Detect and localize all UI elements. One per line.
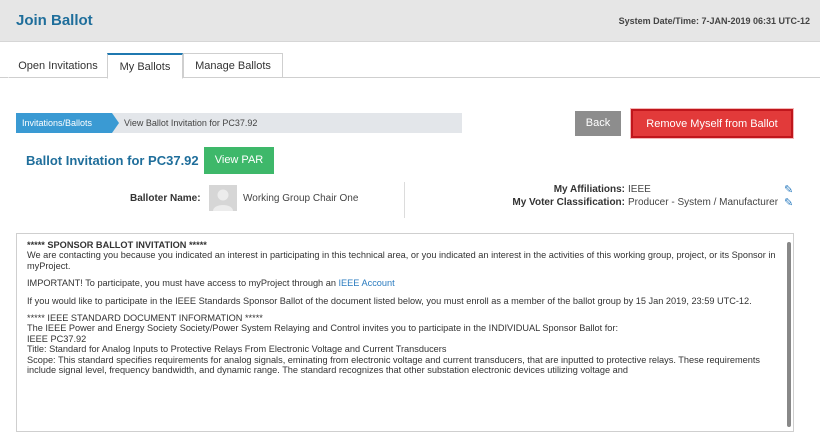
invitation-message: ***** SPONSOR BALLOT INVITATION ***** We…	[27, 240, 779, 382]
invitation-message-box[interactable]: ***** SPONSOR BALLOT INVITATION ***** We…	[16, 233, 794, 432]
affiliations-value: IEEE	[628, 184, 651, 195]
message-heading: ***** SPONSOR BALLOT INVITATION *****	[27, 240, 207, 250]
remove-myself-button[interactable]: Remove Myself from Ballot	[631, 109, 793, 138]
affiliations-label: My Affiliations:	[553, 184, 625, 195]
view-par-button[interactable]: View PAR	[204, 147, 274, 174]
balloter-name-value: Working Group Chair One	[243, 193, 359, 204]
page-title: Join Ballot	[16, 12, 93, 29]
header-bar: Join Ballot System Date/Time: 7-JAN-2019…	[0, 0, 820, 42]
message-scrollbar[interactable]	[787, 242, 791, 427]
edit-affiliations-pencil-icon[interactable]: ✎	[784, 183, 793, 196]
back-button[interactable]: Back	[575, 111, 621, 136]
voter-classification-value: Producer - System / Manufacturer	[628, 197, 779, 208]
ieee-account-link[interactable]: IEEE Account	[338, 278, 394, 288]
message-paragraph-2: IMPORTANT! To participate, you must have…	[27, 278, 339, 289]
document-info-line-3: Title: Standard for Analog Inputs to Pro…	[27, 344, 447, 355]
tab-bar: Open Invitations My Ballots Manage Ballo…	[0, 53, 820, 79]
edit-voter-classification-pencil-icon[interactable]: ✎	[784, 196, 793, 209]
invitation-title: Ballot Invitation for PC37.92	[26, 153, 199, 168]
document-info-line-4: Scope: This standard specifies requireme…	[27, 354, 761, 376]
breadcrumb: Invitations/Ballots View Ballot Invitati…	[16, 113, 462, 133]
system-datetime: System Date/Time: 7-JAN-2019 06:31 UTC-1…	[618, 16, 810, 26]
message-paragraph-1: We are contacting you because you indica…	[27, 250, 776, 271]
tab-my-ballots[interactable]: My Ballots	[107, 53, 183, 79]
balloter-name-label: Balloter Name:	[130, 193, 201, 204]
user-silhouette-icon	[209, 185, 237, 211]
message-paragraph-3: If you would like to participate in the …	[27, 295, 752, 306]
tab-open-invitations[interactable]: Open Invitations	[8, 53, 108, 78]
breadcrumb-current: View Ballot Invitation for PC37.92	[124, 118, 258, 128]
document-info-line-1: The IEEE Power and Energy Society Societ…	[27, 323, 619, 334]
avatar	[209, 185, 237, 211]
voter-classification-label: My Voter Classification:	[512, 197, 625, 208]
document-info-heading: ***** IEEE STANDARD DOCUMENT INFORMATION…	[27, 313, 263, 324]
breadcrumb-root-link[interactable]: Invitations/Ballots	[16, 113, 119, 133]
divider	[404, 182, 405, 218]
document-info-line-2: IEEE PC37.92	[27, 333, 87, 344]
tab-manage-ballots[interactable]: Manage Ballots	[183, 53, 283, 78]
